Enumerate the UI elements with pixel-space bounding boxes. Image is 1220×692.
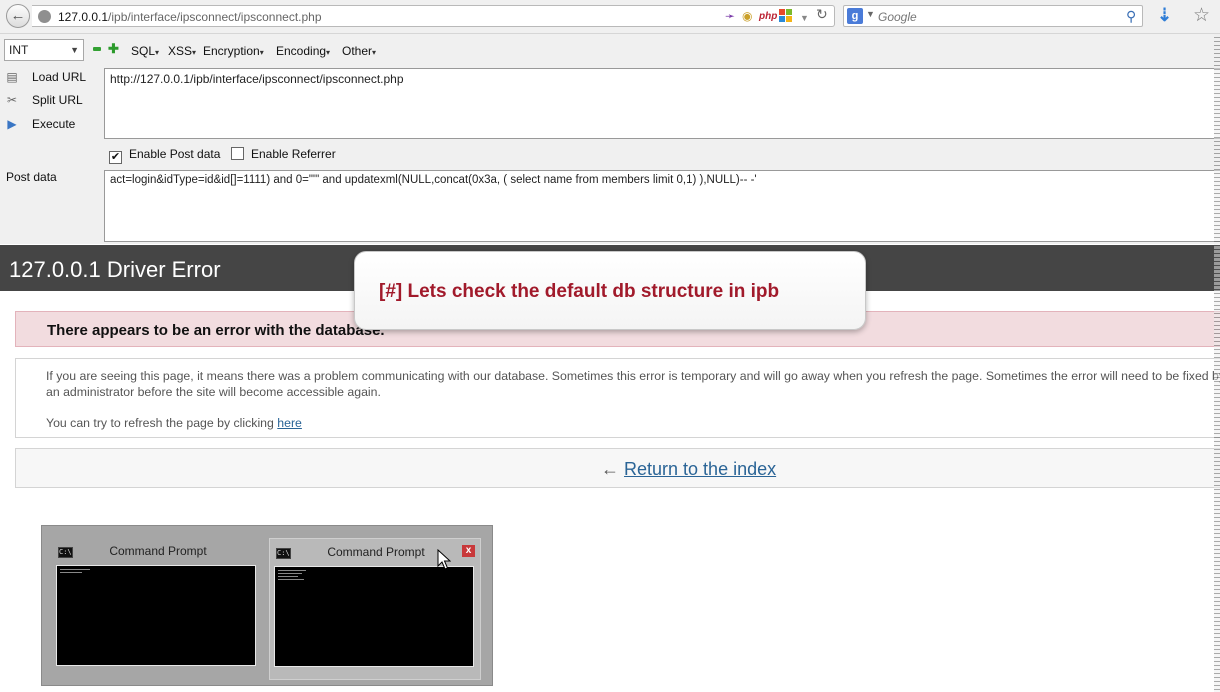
windows-icon[interactable] <box>779 9 793 27</box>
url-text[interactable]: 127.0.0.1/ipb/interface/ipsconnect/ipsco… <box>58 10 322 24</box>
left-arrow-icon: ← <box>601 459 619 479</box>
increment-icon[interactable]: ✚ <box>108 42 119 56</box>
hackbar-menubar: INT ▼ ✚ SQL▾ XSS▾ Encryption▾ Encoding▾ O… <box>0 34 1220 66</box>
window-thumbnail[interactable]: C:\ Command Prompt <box>52 538 264 680</box>
int-select-value: INT <box>9 43 29 57</box>
menu-sql[interactable]: SQL▾ <box>131 44 159 58</box>
url-host: 127.0.0.1 <box>58 10 109 24</box>
close-icon[interactable]: x <box>462 545 475 557</box>
search-icon[interactable]: ⚲ <box>1126 8 1136 25</box>
download-icon[interactable]: ⇣ <box>1157 5 1172 26</box>
globe-icon <box>38 10 51 23</box>
address-bar[interactable]: 127.0.0.1/ipb/interface/ipsconnect/ipsco… <box>32 5 835 27</box>
google-icon[interactable]: g <box>847 8 863 24</box>
int-select[interactable]: INT ▼ <box>4 39 84 61</box>
refresh-link[interactable]: here <box>277 416 302 430</box>
back-button[interactable]: ← <box>6 4 30 28</box>
execute-button[interactable]: ▶ Execute <box>4 117 75 131</box>
decrement-icon[interactable] <box>93 47 101 51</box>
page-title: 127.0.0.1 Driver Error <box>9 257 221 282</box>
split-url-button[interactable]: ✂ Split URL <box>4 93 83 107</box>
bookmark-star-icon[interactable]: ☆ <box>1193 4 1210 27</box>
thumbnail-title: Command Prompt <box>109 544 207 558</box>
chevron-down-icon: ▼ <box>70 45 79 55</box>
hackbar-panel: ▤ Load URL ✂ Split URL ▶ Execute http://127… <box>0 66 1220 244</box>
search-engine-dropdown-icon[interactable]: ▼ <box>866 9 875 19</box>
return-box: ← Return to the index <box>15 448 1220 488</box>
url-path: /ipb/interface/ipsconnect/ipsconnect.php <box>108 10 322 24</box>
split-url-icon: ✂ <box>6 93 18 107</box>
php-icon[interactable]: php <box>759 9 777 24</box>
mouse-cursor-icon <box>437 549 451 570</box>
refresh-message: You can try to refresh the page by click… <box>46 416 302 430</box>
lock-icon[interactable]: ◉ <box>742 9 752 24</box>
error-alert-text: There appears to be an error with the da… <box>47 322 385 339</box>
menu-encoding[interactable]: Encoding▾ <box>276 44 330 58</box>
load-url-button[interactable]: ▤ Load URL <box>4 70 86 84</box>
checkbox-checked-icon[interactable]: ✔ <box>109 151 122 164</box>
thumbnail-screen <box>274 566 474 667</box>
error-description: If you are seeing this page, it means th… <box>46 369 1220 399</box>
post-data-textarea[interactable]: act=login&idType=id&id[]=1111) and 0="'"… <box>104 170 1220 242</box>
reload-icon[interactable]: ↻ <box>816 7 828 22</box>
post-data-label: Post data <box>6 170 57 184</box>
url-dropdown-icon[interactable]: ▼ <box>800 11 809 26</box>
addon-feather-icon[interactable]: ➛ <box>725 9 735 24</box>
thumbnail-screen <box>56 565 256 666</box>
menu-other[interactable]: Other▾ <box>342 44 376 58</box>
annotation-callout: [#] Lets check the default db structure … <box>354 251 866 330</box>
enable-post-checkbox[interactable]: ✔ Enable Post data <box>109 147 220 164</box>
load-url-icon: ▤ <box>6 70 18 84</box>
enable-referrer-checkbox[interactable]: Enable Referrer <box>231 147 336 161</box>
return-container: ← Return to the index <box>601 459 776 480</box>
browser-toolbar: ← 127.0.0.1/ipb/interface/ipsconnect/ips… <box>0 0 1220 34</box>
page-edge-strip <box>1214 34 1220 692</box>
menu-xss[interactable]: XSS▾ <box>168 44 196 58</box>
checkbox-unchecked-icon[interactable] <box>231 147 244 160</box>
search-bar[interactable]: g ▼ Google ⚲ <box>843 5 1143 27</box>
callout-text: [#] Lets check the default db structure … <box>379 281 780 302</box>
execute-icon: ▶ <box>7 117 17 131</box>
taskbar-preview: C:\ Command Prompt C:\ Command Prompt x <box>41 525 493 686</box>
return-to-index-link[interactable]: Return to the index <box>624 459 776 479</box>
error-info-box: If you are seeing this page, it means th… <box>15 358 1220 438</box>
url-textarea[interactable]: http://127.0.0.1/ipb/interface/ipsconnec… <box>104 68 1220 139</box>
search-input[interactable]: Google <box>878 10 917 24</box>
menu-encryption[interactable]: Encryption▾ <box>203 44 264 58</box>
